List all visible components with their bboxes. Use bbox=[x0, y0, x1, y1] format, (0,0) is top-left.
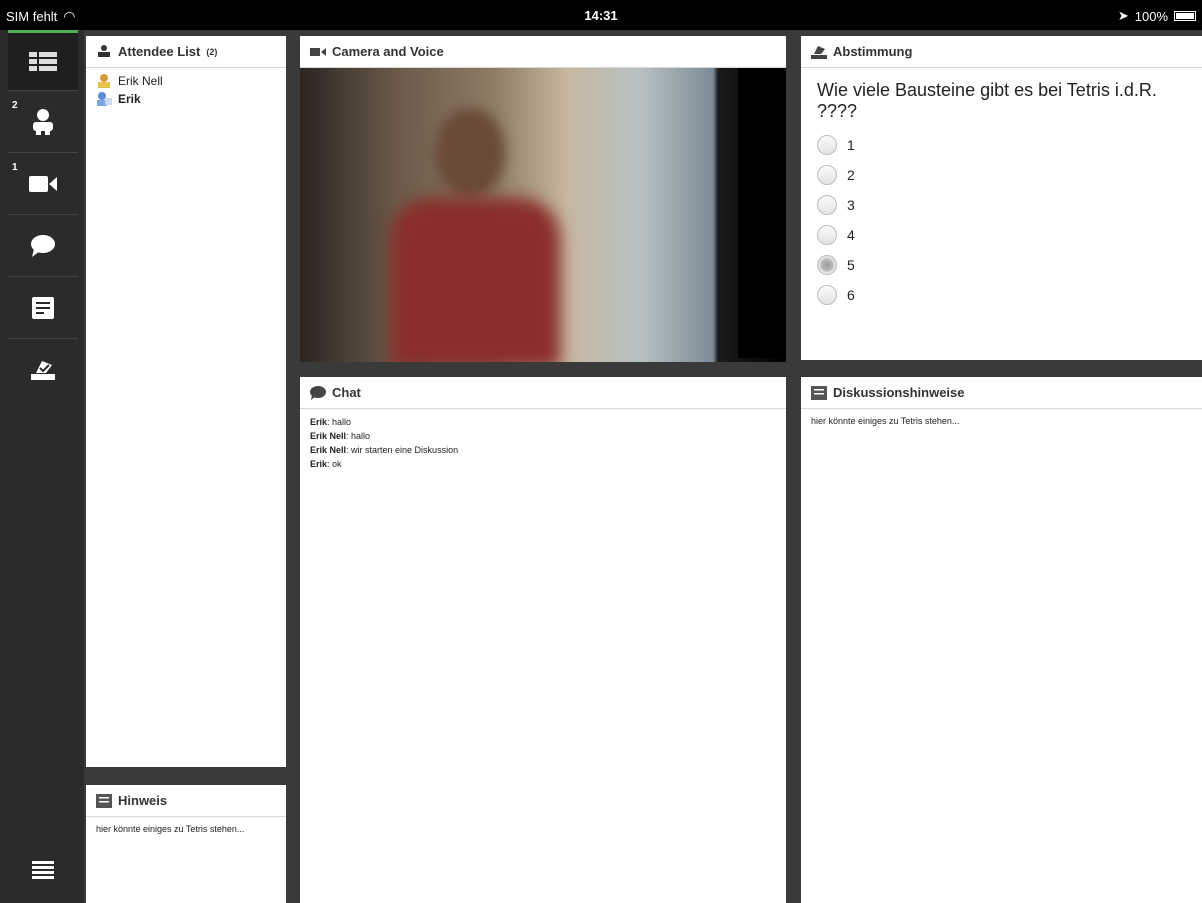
poll-option-label: 4 bbox=[847, 227, 855, 243]
divider bbox=[8, 152, 78, 153]
ballot-icon bbox=[31, 361, 55, 380]
radio-button[interactable] bbox=[817, 135, 837, 155]
chat-messages: Erik: hallo Erik Nell: hallo Erik Nell: … bbox=[300, 409, 786, 471]
camera-panel-header: Camera and Voice bbox=[300, 36, 786, 68]
discussion-panel-title: Diskussionshinweise bbox=[833, 385, 965, 400]
battery-percent: 100% bbox=[1134, 8, 1168, 24]
chat-bubble-icon bbox=[31, 235, 55, 257]
person-icon bbox=[98, 44, 110, 57]
clock: 14:31 bbox=[584, 8, 618, 23]
poll-option-label: 3 bbox=[847, 197, 855, 213]
chat-text: : wir starten eine Diskussion bbox=[346, 445, 459, 455]
poll-panel-header: Abstimmung bbox=[801, 36, 1202, 68]
poll-option[interactable]: 5 bbox=[801, 250, 1202, 280]
user-icon bbox=[97, 92, 112, 106]
chat-message: Erik Nell: wir starten eine Diskussion bbox=[300, 443, 786, 457]
attendees-badge: 2 bbox=[12, 100, 18, 111]
location-icon: ➤ bbox=[1117, 8, 1129, 23]
person-icon bbox=[33, 109, 53, 135]
video-subject bbox=[390, 108, 560, 362]
chat-sender: Erik Nell bbox=[310, 445, 347, 455]
moderator-icon bbox=[98, 74, 110, 88]
hint-panel: Hinweis hier könnte einiges zu Tetris st… bbox=[86, 785, 286, 903]
attendee-item[interactable]: Erik bbox=[86, 90, 286, 108]
attendee-panel: Attendee List (2) Erik Nell Erik bbox=[86, 36, 286, 767]
chat-message: Erik Nell: hallo bbox=[300, 429, 786, 443]
radio-button-selected[interactable] bbox=[817, 255, 837, 275]
poll-option[interactable]: 4 bbox=[801, 220, 1202, 250]
camera-badge: 1 bbox=[12, 162, 18, 173]
status-right: ➤ 100% bbox=[1118, 8, 1196, 24]
sidebar-item-layout[interactable] bbox=[8, 30, 78, 90]
chat-message: Erik: ok bbox=[300, 457, 786, 471]
divider bbox=[8, 90, 78, 91]
attendee-count: (2) bbox=[206, 46, 218, 57]
camera-icon bbox=[29, 176, 57, 192]
layout-icon bbox=[29, 51, 57, 71]
discussion-panel-header: Diskussionshinweise bbox=[801, 377, 1202, 409]
chat-sender: Erik bbox=[310, 417, 328, 427]
chat-message: Erik: hallo bbox=[300, 415, 786, 429]
poll-option[interactable]: 2 bbox=[801, 160, 1202, 190]
poll-panel-title: Abstimmung bbox=[833, 44, 913, 59]
divider bbox=[8, 214, 78, 215]
menu-button[interactable] bbox=[8, 840, 78, 900]
poll-option[interactable]: 3 bbox=[801, 190, 1202, 220]
sidebar-item-camera[interactable]: 1 bbox=[8, 154, 78, 214]
poll-option-label: 6 bbox=[847, 287, 855, 303]
discussion-text: hier könnte einiges zu Tetris stehen... bbox=[811, 416, 960, 426]
radio-button[interactable] bbox=[817, 195, 837, 215]
poll-panel: Abstimmung Wie viele Bausteine gibt es b… bbox=[801, 36, 1202, 360]
camera-icon bbox=[310, 47, 326, 56]
chat-panel-header: Chat bbox=[300, 377, 786, 409]
camera-panel: Camera and Voice bbox=[300, 36, 786, 362]
attendee-name: Erik bbox=[118, 92, 141, 106]
sidebar-item-chat[interactable] bbox=[8, 216, 78, 276]
chat-text: : ok bbox=[327, 459, 342, 469]
attendee-name: Erik Nell bbox=[118, 74, 163, 88]
ballot-icon bbox=[811, 45, 827, 59]
chat-panel: Chat Erik: hallo Erik Nell: hallo Erik N… bbox=[300, 377, 786, 903]
notes-icon bbox=[32, 297, 54, 319]
sidebar: 2 1 bbox=[0, 30, 84, 903]
chat-text: : hallo bbox=[327, 417, 352, 427]
battery-icon bbox=[1174, 11, 1196, 21]
video-feed[interactable] bbox=[300, 68, 786, 362]
poll-option[interactable]: 1 bbox=[801, 130, 1202, 160]
hint-panel-title: Hinweis bbox=[118, 793, 168, 808]
poll-question: Wie viele Bausteine gibt es bei Tetris i… bbox=[817, 80, 1157, 121]
poll-option-label: 5 bbox=[847, 257, 855, 273]
notes-icon bbox=[96, 793, 112, 808]
attendee-item[interactable]: Erik Nell bbox=[86, 72, 286, 90]
chat-sender: Erik Nell bbox=[310, 431, 347, 441]
poll-option-label: 1 bbox=[847, 137, 855, 153]
sidebar-item-attendees[interactable]: 2 bbox=[8, 92, 78, 152]
poll-option-label: 2 bbox=[847, 167, 855, 183]
video-letterbox bbox=[738, 68, 786, 358]
chat-text: : hallo bbox=[346, 431, 371, 441]
chat-sender: Erik bbox=[310, 459, 328, 469]
status-bar: SIM fehlt ◠ 14:31 ➤ 100% bbox=[0, 0, 1202, 30]
chat-bubble-icon bbox=[310, 385, 326, 400]
hint-text: hier könnte einiges zu Tetris stehen... bbox=[96, 824, 245, 834]
poll-option[interactable]: 6 bbox=[801, 280, 1202, 310]
radio-button[interactable] bbox=[817, 225, 837, 245]
radio-button[interactable] bbox=[817, 285, 837, 305]
hamburger-icon bbox=[32, 861, 54, 879]
divider bbox=[8, 276, 78, 277]
attendee-panel-header: Attendee List (2) bbox=[86, 36, 286, 68]
sidebar-item-poll[interactable] bbox=[8, 340, 78, 400]
notes-icon bbox=[811, 385, 827, 400]
sidebar-item-notes[interactable] bbox=[8, 278, 78, 338]
camera-panel-title: Camera and Voice bbox=[332, 44, 444, 59]
radio-button[interactable] bbox=[817, 165, 837, 185]
attendee-panel-title: Attendee List bbox=[118, 44, 201, 59]
divider bbox=[8, 338, 78, 339]
discussion-panel: Diskussionshinweise hier könnte einiges … bbox=[801, 377, 1202, 903]
hint-panel-header: Hinweis bbox=[86, 785, 286, 817]
chat-panel-title: Chat bbox=[332, 385, 361, 400]
